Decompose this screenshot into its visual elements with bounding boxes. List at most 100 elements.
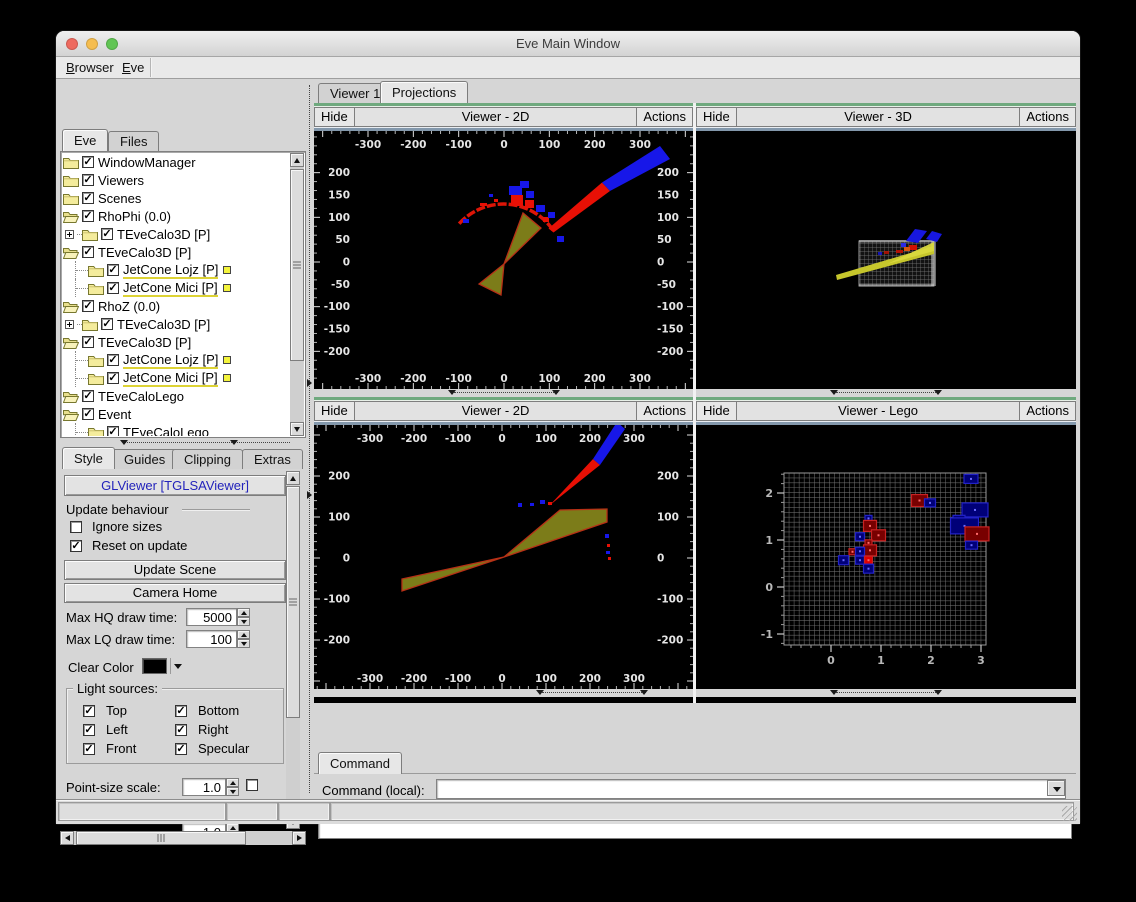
light-left-checkbox[interactable]: ✓ bbox=[83, 723, 95, 736]
tree-item[interactable]: ✓ TEveCalo3D [P] bbox=[63, 243, 289, 261]
light-specular-checkbox[interactable]: ✓ bbox=[175, 742, 187, 755]
tree-item-checkbox[interactable]: ✓ bbox=[82, 390, 94, 402]
tree-item-checkbox[interactable]: ✓ bbox=[101, 318, 113, 330]
tree-item[interactable]: ✓ Viewers bbox=[63, 171, 289, 189]
tree-item-checkbox[interactable]: ✓ bbox=[82, 156, 94, 168]
tab-guides[interactable]: Guides bbox=[112, 449, 178, 469]
title-bar[interactable]: Eve Main Window bbox=[56, 31, 1080, 57]
tree-item-label[interactable]: JetCone Lojz [P] bbox=[123, 262, 219, 279]
item-color-swatch[interactable] bbox=[223, 356, 232, 364]
tree-item[interactable]: ✓ RhoZ (0.0) bbox=[63, 297, 289, 315]
h-scroll-thumb[interactable] bbox=[76, 831, 246, 845]
zoom-icon[interactable] bbox=[106, 38, 118, 50]
tree-item-label[interactable]: TEveCalo3D [P] bbox=[98, 335, 191, 350]
viewer-rhophi-canvas[interactable]: -300 -300 -200 -200 -100 -100 0 0 100 100 200 200 30… bbox=[314, 131, 693, 389]
tab-files[interactable]: Files bbox=[108, 131, 160, 151]
wireframe-spinner[interactable] bbox=[226, 823, 239, 831]
tree-item[interactable]: ✓ TEveCalo3D [P] bbox=[63, 333, 289, 351]
tree-item[interactable]: ✓ TEveCaloLego bbox=[63, 387, 289, 405]
tree-item-label[interactable]: JetCone Lojz [P] bbox=[123, 352, 219, 369]
max-hq-entry[interactable]: 5000 bbox=[186, 608, 237, 626]
viewer-bottom-splitter[interactable] bbox=[314, 689, 693, 697]
tree-item[interactable]: ✓ JetCone Lojz [P] bbox=[63, 351, 289, 369]
point-size-entry[interactable]: 1.0 bbox=[182, 778, 226, 796]
tree-item-label[interactable]: Event bbox=[98, 407, 131, 422]
tree-item-label[interactable]: TEveCalo3D [P] bbox=[117, 317, 210, 332]
viewer-3d-canvas[interactable] bbox=[696, 131, 1076, 389]
tree-item[interactable]: ✓ TEveCaloLego bbox=[63, 423, 289, 436]
tab-clipping[interactable]: Clipping bbox=[172, 449, 243, 469]
tab-projections[interactable]: Projections bbox=[380, 81, 469, 103]
clear-color-dropdown-icon[interactable] bbox=[174, 664, 182, 669]
tree-item-label[interactable]: TEveCalo3D [P] bbox=[117, 227, 210, 242]
tree-item-checkbox[interactable]: ✓ bbox=[82, 174, 94, 186]
reset-on-update-checkbox[interactable]: ✓ bbox=[70, 539, 82, 552]
tree-item-checkbox[interactable]: ✓ bbox=[107, 282, 119, 294]
scroll-up-icon[interactable] bbox=[286, 471, 300, 485]
ignore-sizes-checkbox[interactable] bbox=[70, 520, 82, 533]
tab-extras[interactable]: Extras bbox=[242, 449, 303, 469]
tree-item[interactable]: ✓ JetCone Mici [P] bbox=[63, 279, 289, 297]
tree-item-label[interactable]: TEveCalo3D [P] bbox=[98, 245, 191, 260]
command-combobox[interactable] bbox=[436, 779, 1066, 799]
tree-item-label[interactable]: WindowManager bbox=[98, 155, 196, 170]
tree-item-checkbox[interactable]: ✓ bbox=[82, 408, 94, 420]
tree-item[interactable]: ✓ TEveCalo3D [P] bbox=[63, 225, 289, 243]
tree-item[interactable]: ✓ WindowManager bbox=[63, 153, 289, 171]
actions-button[interactable]: Actions bbox=[1019, 402, 1075, 420]
light-bottom-checkbox[interactable]: ✓ bbox=[175, 704, 187, 717]
tab-command[interactable]: Command bbox=[318, 752, 402, 774]
tree-item-label[interactable]: JetCone Mici [P] bbox=[123, 370, 218, 387]
tree-item-checkbox[interactable]: ✓ bbox=[107, 426, 119, 436]
scroll-up-icon[interactable] bbox=[290, 153, 304, 167]
tree-scroll-thumb[interactable] bbox=[290, 169, 304, 361]
viewer-row-splitter[interactable] bbox=[696, 389, 1076, 397]
viewer-row-splitter[interactable] bbox=[314, 389, 693, 397]
tree-scrollbar[interactable] bbox=[290, 153, 304, 436]
scroll-right-icon[interactable] bbox=[292, 831, 306, 845]
glviewer-header-button[interactable]: GLViewer [TGLSAViewer] bbox=[64, 475, 286, 496]
tree-item[interactable]: ✓ TEveCalo3D [P] bbox=[63, 315, 289, 333]
tab-style[interactable]: Style bbox=[62, 447, 115, 469]
tree-item[interactable]: ✓ Scenes bbox=[63, 189, 289, 207]
item-color-swatch[interactable] bbox=[222, 374, 231, 382]
tree-item-checkbox[interactable]: ✓ bbox=[107, 354, 119, 366]
max-hq-spinner[interactable] bbox=[237, 608, 250, 626]
hide-button[interactable]: Hide bbox=[697, 402, 737, 420]
tree-item-label[interactable]: Viewers bbox=[98, 173, 144, 188]
tree-item-checkbox[interactable]: ✓ bbox=[101, 228, 113, 240]
tree-item-checkbox[interactable]: ✓ bbox=[82, 192, 94, 204]
tree-item-label[interactable]: Scenes bbox=[98, 191, 141, 206]
clear-color-swatch[interactable] bbox=[142, 658, 167, 674]
tree-item-label[interactable]: RhoPhi (0.0) bbox=[98, 209, 171, 224]
tree-item-label[interactable]: JetCone Mici [P] bbox=[123, 280, 218, 297]
tree-item[interactable]: ✓ RhoPhi (0.0) bbox=[63, 207, 289, 225]
tree-item-checkbox[interactable]: ✓ bbox=[82, 336, 94, 348]
style-scroll-thumb[interactable] bbox=[286, 486, 300, 718]
max-lq-spinner[interactable] bbox=[237, 630, 250, 648]
actions-button[interactable]: Actions bbox=[1019, 108, 1075, 126]
tree-item-label[interactable]: TEveCaloLego bbox=[123, 425, 209, 437]
tree-item-checkbox[interactable]: ✓ bbox=[82, 300, 94, 312]
item-color-swatch[interactable] bbox=[223, 266, 232, 274]
tree-item-label[interactable]: RhoZ (0.0) bbox=[98, 299, 160, 314]
light-front-checkbox[interactable]: ✓ bbox=[83, 742, 95, 755]
item-color-swatch[interactable] bbox=[222, 284, 231, 292]
point-size-checkbox[interactable] bbox=[246, 779, 258, 791]
tree-item[interactable]: ✓ Event bbox=[63, 405, 289, 423]
tree-item[interactable]: ✓ JetCone Lojz [P] bbox=[63, 261, 289, 279]
update-scene-button[interactable]: Update Scene bbox=[64, 560, 286, 580]
viewer-bottom-splitter[interactable] bbox=[696, 689, 1076, 697]
tree-item-checkbox[interactable]: ✓ bbox=[82, 246, 94, 258]
tree-item-checkbox[interactable]: ✓ bbox=[82, 210, 94, 222]
scroll-down-icon[interactable] bbox=[290, 422, 304, 436]
actions-button[interactable]: Actions bbox=[636, 108, 692, 126]
tree-item-label[interactable]: TEveCaloLego bbox=[98, 389, 184, 404]
tab-eve[interactable]: Eve bbox=[62, 129, 109, 151]
vertical-splitter[interactable] bbox=[306, 79, 314, 799]
hide-button[interactable]: Hide bbox=[315, 402, 355, 420]
hide-button[interactable]: Hide bbox=[697, 108, 737, 126]
resize-grip-icon[interactable] bbox=[1062, 806, 1077, 821]
menu-eve[interactable]: Eve bbox=[118, 57, 148, 78]
combo-dropdown-icon[interactable] bbox=[1047, 780, 1065, 796]
